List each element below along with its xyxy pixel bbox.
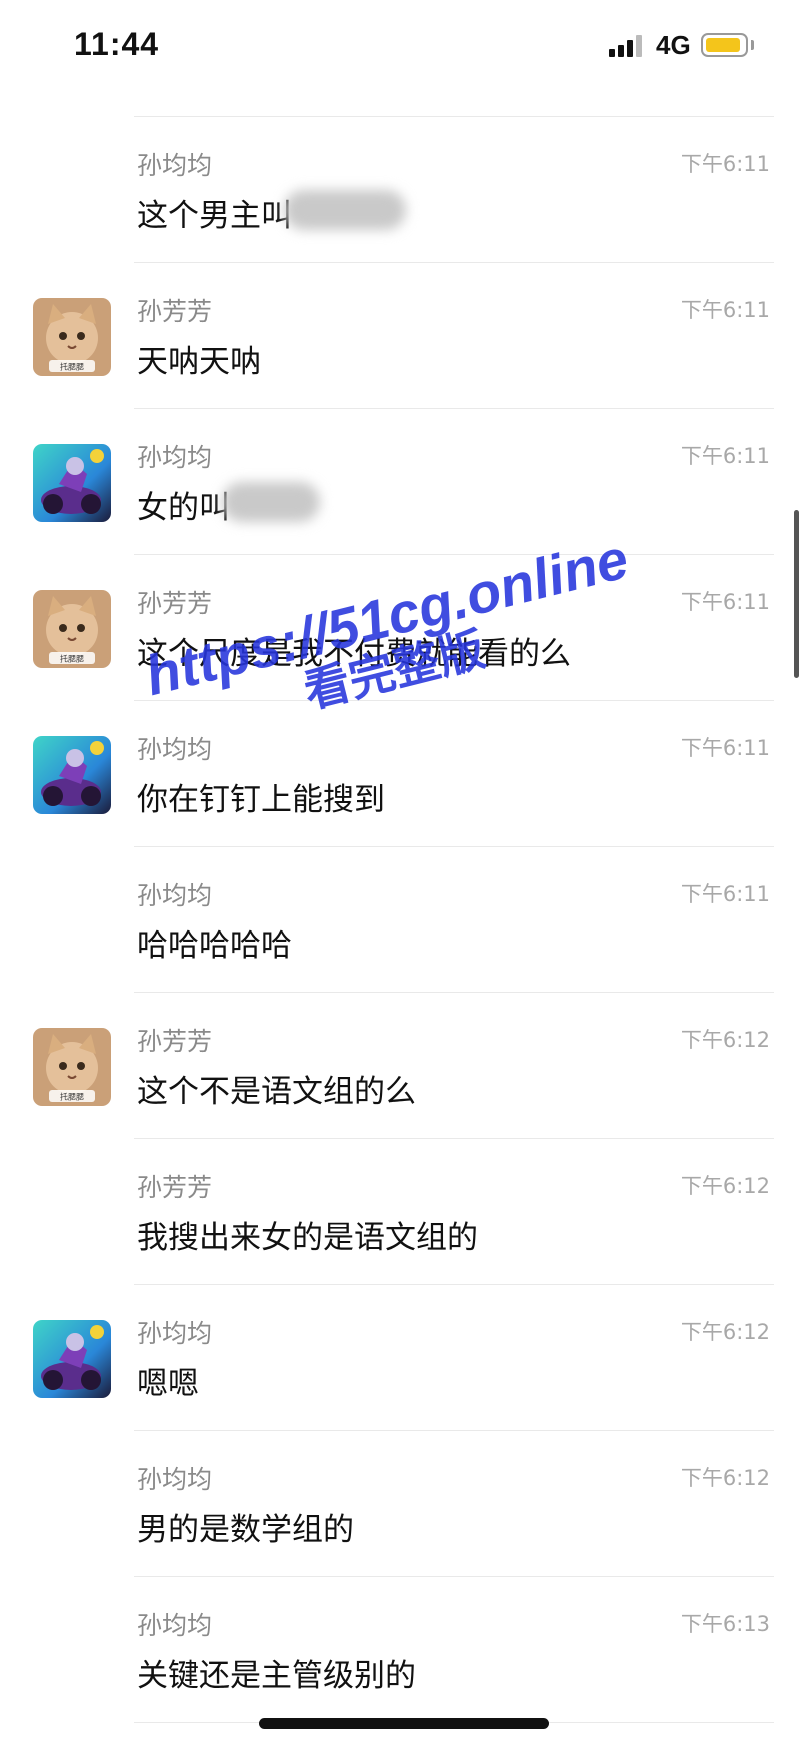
message-item[interactable]: 孙均均 下午6:11 女的叫 bbox=[0, 408, 800, 554]
message-time: 下午6:12 bbox=[680, 1320, 770, 1344]
home-indicator[interactable] bbox=[259, 1718, 549, 1729]
status-bar: 11:44 4G bbox=[0, 0, 800, 96]
message-time: 下午6:11 bbox=[680, 736, 770, 760]
message-time: 下午6:12 bbox=[680, 1466, 770, 1490]
redaction-blur bbox=[222, 482, 320, 522]
message-sender: 孙均均 bbox=[137, 881, 213, 910]
message-item[interactable]: 孙均均 下午6:11 你在钉钉上能搜到 bbox=[0, 700, 800, 846]
cat-avatar[interactable]: 托腮腮 bbox=[33, 1028, 111, 1106]
message-time: 下午6:11 bbox=[680, 152, 770, 176]
message-time: 下午6:11 bbox=[680, 590, 770, 614]
cat-avatar[interactable]: 托腮腮 bbox=[33, 298, 111, 376]
battery-level bbox=[706, 38, 740, 52]
message-time: 下午6:12 bbox=[680, 1174, 770, 1198]
battery-icon bbox=[701, 33, 748, 57]
scroll-indicator[interactable] bbox=[794, 510, 799, 678]
message-text: 哈哈哈哈哈 bbox=[137, 928, 292, 964]
message-text: 你在钉钉上能搜到 bbox=[137, 782, 385, 818]
message-item[interactable]: 托腮腮 孙芳芳 下午6:11 天呐天呐 bbox=[0, 262, 800, 408]
message-time: 下午6:11 bbox=[680, 882, 770, 906]
message-item[interactable]: 孙均均 下午6:11 这个男主叫 bbox=[0, 116, 800, 262]
message-sender: 孙芳芳 bbox=[137, 589, 213, 618]
svg-text:托腮腮: 托腮腮 bbox=[60, 654, 84, 664]
message-sender: 孙均均 bbox=[137, 735, 213, 764]
message-item[interactable]: 孙均均 下午6:12 嗯嗯 bbox=[0, 1284, 800, 1430]
message-time: 下午6:13 bbox=[680, 1612, 770, 1636]
anime-rider-avatar[interactable] bbox=[33, 736, 111, 814]
network-type: 4G bbox=[656, 30, 691, 60]
message-item[interactable]: 托腮腮 孙芳芳 下午6:12 这个不是语文组的么 bbox=[0, 992, 800, 1138]
anime-rider-avatar[interactable] bbox=[33, 1320, 111, 1398]
message-text: 嗯嗯 bbox=[137, 1366, 199, 1402]
message-text: 关键还是主管级别的 bbox=[137, 1658, 416, 1694]
message-item[interactable]: 孙芳芳 下午6:12 我搜出来女的是语文组的 bbox=[0, 1138, 800, 1284]
svg-text:托腮腮: 托腮腮 bbox=[60, 1092, 84, 1102]
message-text: 这个尺度是我不付费就能看的么 bbox=[137, 636, 571, 672]
message-sender: 孙均均 bbox=[137, 151, 213, 180]
message-sender: 孙均均 bbox=[137, 1319, 213, 1348]
message-text: 这个男主叫 bbox=[137, 198, 292, 234]
status-time: 11:44 bbox=[74, 26, 160, 62]
message-item[interactable]: 孙均均 下午6:12 男的是数学组的 bbox=[0, 1430, 800, 1576]
message-item[interactable]: 托腮腮 孙芳芳 下午6:11 这个尺度是我不付费就能看的么 bbox=[0, 554, 800, 700]
message-sender: 孙均均 bbox=[137, 1611, 213, 1640]
message-item[interactable]: 孙均均 下午6:11 哈哈哈哈哈 bbox=[0, 846, 800, 992]
message-text: 男的是数学组的 bbox=[137, 1512, 354, 1548]
message-sender: 孙芳芳 bbox=[137, 1027, 213, 1056]
message-time: 下午6:11 bbox=[680, 444, 770, 468]
anime-rider-avatar[interactable] bbox=[33, 444, 111, 522]
cat-avatar[interactable]: 托腮腮 bbox=[33, 590, 111, 668]
battery-cap bbox=[751, 40, 754, 50]
redaction-blur bbox=[284, 190, 406, 230]
message-sender: 孙均均 bbox=[137, 443, 213, 472]
message-text: 天呐天呐 bbox=[137, 344, 261, 380]
message-item[interactable]: 孙均均 下午6:13 关键还是主管级别的 bbox=[0, 1576, 800, 1722]
message-time: 下午6:12 bbox=[680, 1028, 770, 1052]
cellular-signal-icon bbox=[609, 35, 645, 57]
svg-text:托腮腮: 托腮腮 bbox=[60, 362, 84, 372]
message-time: 下午6:11 bbox=[680, 298, 770, 322]
message-text: 这个不是语文组的么 bbox=[137, 1074, 416, 1110]
message-sender: 孙芳芳 bbox=[137, 297, 213, 326]
message-sender: 孙均均 bbox=[137, 1465, 213, 1494]
message-text: 我搜出来女的是语文组的 bbox=[137, 1220, 478, 1256]
message-text: 女的叫 bbox=[137, 490, 230, 526]
message-sender: 孙芳芳 bbox=[137, 1173, 213, 1202]
